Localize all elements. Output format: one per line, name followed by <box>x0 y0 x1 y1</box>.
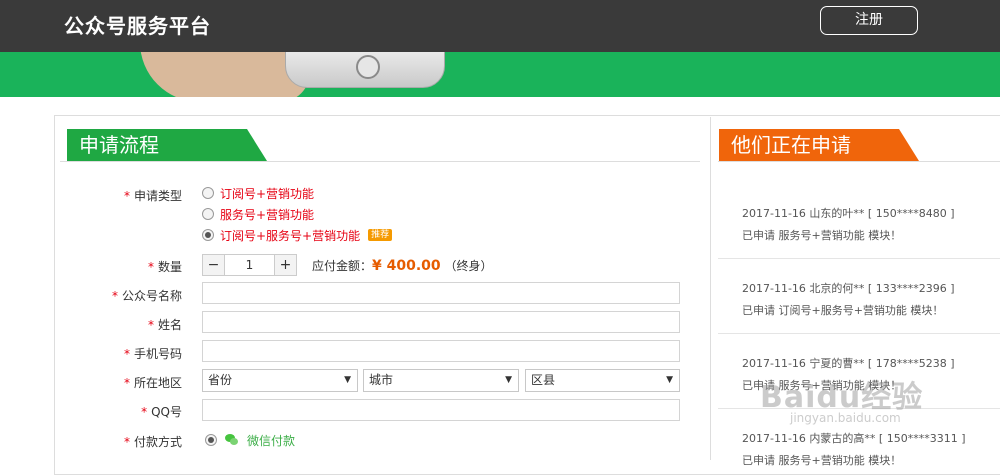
region-label: * 所在地区 <box>123 376 182 390</box>
apply-title-rule <box>60 161 700 162</box>
amount-value: ¥ 400.00 <box>372 258 441 274</box>
feed-divider <box>718 333 1000 334</box>
quantity-label: * 数量 <box>147 260 182 274</box>
applicant-item: 2017-11-16 山东的叶** [ 150****8480 ] 已申请 服务… <box>742 207 955 242</box>
qq-input[interactable] <box>202 399 680 421</box>
payment-label: * 付款方式 <box>123 435 182 449</box>
radio-button-checked[interactable] <box>202 229 214 241</box>
phone-input[interactable] <box>202 340 680 362</box>
promo-banner <box>0 52 1000 97</box>
quantity-value[interactable]: 1 <box>225 255 274 275</box>
phone-label: * 手机号码 <box>123 347 182 361</box>
wechat-icon <box>225 434 239 446</box>
triangle-down-icon: ▼ <box>344 375 351 385</box>
top-navbar: 公众号服务平台 注册 <box>0 0 1000 52</box>
watermark-url: jingyan.baidu.com <box>790 411 901 425</box>
banner-phone-image <box>285 52 445 88</box>
applicants-title-rule <box>718 161 1000 162</box>
applicant-item: 2017-11-16 内蒙古的高** [ 150****3311 ] 已申请 服… <box>742 432 966 467</box>
radio-button-checked[interactable] <box>205 434 217 446</box>
applicant-item: 2017-11-16 北京的何** [ 133****2396 ] 已申请 订阅… <box>742 282 955 317</box>
radio-button[interactable] <box>202 187 214 199</box>
radio-button[interactable] <box>202 208 214 220</box>
recommended-badge: 推荐 <box>368 229 393 241</box>
option-subscription-marketing[interactable]: 订阅号+营销功能 <box>202 184 314 202</box>
option-service-marketing[interactable]: 服务号+营销功能 <box>202 205 314 223</box>
quantity-stepper: − 1 + <box>202 254 297 276</box>
province-select[interactable]: 省份 ▼ <box>202 369 358 392</box>
option-subscription-service-marketing[interactable]: 订阅号+服务号+营销功能 推荐 <box>202 226 393 244</box>
triangle-down-icon: ▼ <box>666 375 673 385</box>
account-name-label: * 公众号名称 <box>111 289 182 303</box>
phone-home-button-image <box>356 55 380 79</box>
name-label: * 姓名 <box>147 318 182 332</box>
column-divider <box>710 117 711 460</box>
qq-label: * QQ号 <box>141 405 182 419</box>
district-select[interactable]: 区县 ▼ <box>525 369 680 392</box>
applicants-title: 他们正在申请 <box>719 129 919 161</box>
city-select[interactable]: 城市 ▼ <box>363 369 519 392</box>
site-brand: 公众号服务平台 <box>64 14 211 38</box>
decrement-button[interactable]: − <box>203 255 225 275</box>
apply-process-title: 申请流程 <box>67 129 267 161</box>
baidu-jingyan-watermark: Baidu经验 <box>760 380 924 415</box>
triangle-down-icon: ▼ <box>505 375 512 385</box>
name-input[interactable] <box>202 311 680 333</box>
apply-type-label: * 申请类型 <box>123 189 182 203</box>
register-button[interactable]: 注册 <box>820 6 918 35</box>
feed-divider <box>718 258 1000 259</box>
account-name-input[interactable] <box>202 282 680 304</box>
payment-option-wechat[interactable]: 微信付款 <box>205 432 295 448</box>
increment-button[interactable]: + <box>274 255 296 275</box>
amount-due: 应付金额：¥ 400.00 （终身） <box>312 258 493 274</box>
